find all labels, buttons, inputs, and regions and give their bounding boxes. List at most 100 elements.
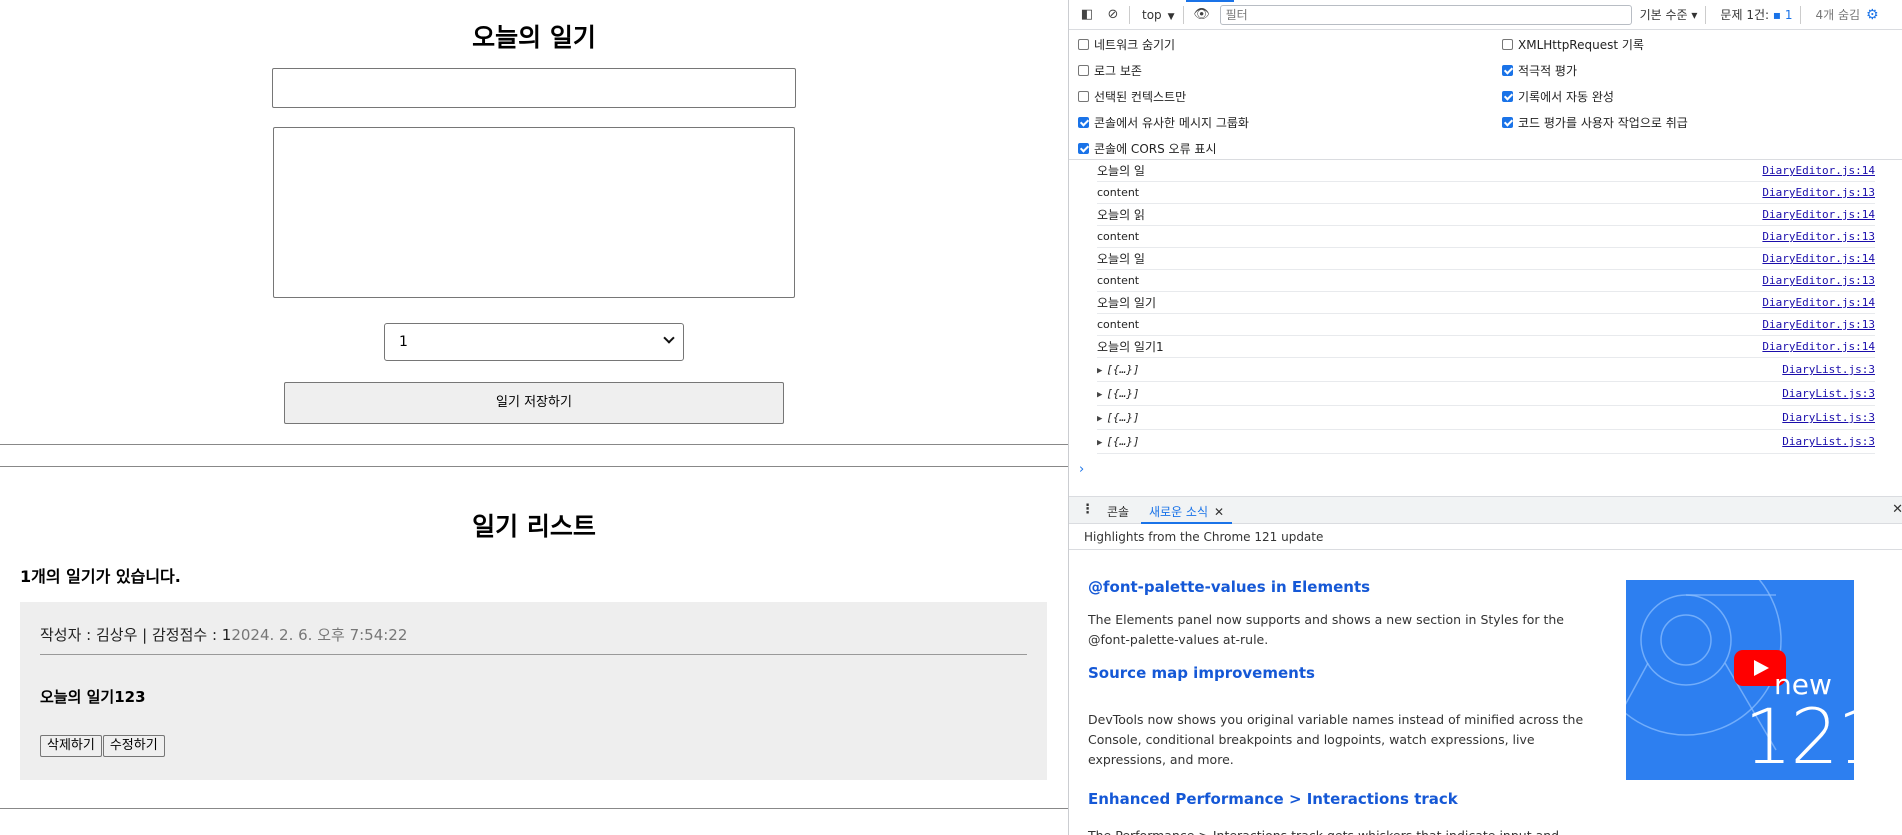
filter-input[interactable]: 필터	[1219, 4, 1632, 25]
thumbnail-version-text: 121	[1744, 692, 1854, 780]
devtools-panel: ◧ ⊘ top ▼ 👁 필터 기본 수준 ▾ 문제 1건: ▪ 1 4개 숨김 ⚙…	[1068, 0, 1902, 835]
log-source-link[interactable]: DiaryList.js:3	[1782, 435, 1875, 448]
news-title-performance[interactable]: Enhanced Performance > Interactions trac…	[1088, 790, 1458, 808]
list-title: 일기 리스트	[472, 512, 596, 541]
log-object[interactable]: ▶ [{…}]	[1097, 435, 1140, 448]
log-source-link[interactable]: DiaryEditor.js:14	[1762, 208, 1875, 221]
diary-item-meta: 작성자 : 김상우 | 감정점수 : 1	[40, 626, 232, 644]
setting-right-3[interactable]: 코드 평가를 사용자 작업으로 취급	[1502, 114, 1688, 131]
save-diary-button[interactable]: 일기 저장하기	[284, 382, 784, 424]
edit-button[interactable]: 수정하기	[102, 735, 165, 757]
console-log-row: content DiaryEditor.js:13	[1097, 226, 1875, 248]
news-body-source-map: DevTools now shows you original variable…	[1088, 712, 1584, 767]
whats-new-header: Highlights from the Chrome 121 update	[1069, 524, 1902, 550]
setting-right-1[interactable]: 적극적 평가	[1502, 62, 1577, 79]
more-options-icon[interactable]: ⋮	[1081, 502, 1094, 517]
chrome-121-video-thumbnail[interactable]: new 121	[1626, 580, 1854, 780]
console-log-row: content DiaryEditor.js:13	[1097, 182, 1875, 204]
log-source-link[interactable]: DiaryEditor.js:14	[1762, 340, 1875, 353]
checkbox[interactable]	[1502, 91, 1513, 102]
expand-triangle-icon[interactable]: ▶	[1097, 366, 1102, 376]
news-title-source-map[interactable]: Source map improvements	[1088, 664, 1315, 682]
log-object[interactable]: ▶ [{…}]	[1097, 387, 1140, 400]
author-input[interactable]	[272, 68, 796, 108]
console-toolbar: ◧ ⊘ top ▼ 👁 필터 기본 수준 ▾ 문제 1건: ▪ 1 4개 숨김 ⚙	[1069, 0, 1902, 30]
setting-label: 코드 평가를 사용자 작업으로 취급	[1518, 116, 1688, 130]
log-text: 오늘의 일기1	[1097, 340, 1164, 354]
checkbox[interactable]	[1502, 117, 1513, 128]
setting-left-1[interactable]: 로그 보존	[1078, 62, 1142, 79]
log-source-link[interactable]: DiaryList.js:3	[1782, 387, 1875, 400]
log-message: 오늘의 일기1	[1097, 338, 1164, 355]
setting-label: 기록에서 자동 완성	[1518, 90, 1614, 104]
log-source-link[interactable]: DiaryEditor.js:13	[1762, 274, 1875, 287]
close-drawer-icon[interactable]: ✕	[1892, 502, 1902, 517]
diary-item-content: 오늘의 일기123	[40, 688, 146, 706]
expand-triangle-icon[interactable]: ▶	[1097, 390, 1102, 400]
log-source-link[interactable]: DiaryEditor.js:13	[1762, 318, 1875, 331]
tab-whats-new[interactable]: 새로운 소식 ✕	[1141, 497, 1233, 524]
setting-left-4[interactable]: 콘솔에 CORS 오류 표시	[1078, 140, 1217, 157]
setting-right-0[interactable]: XMLHttpRequest 기록	[1502, 36, 1644, 53]
diary-item-actions: 삭제하기 수정하기	[40, 735, 166, 757]
log-object[interactable]: ▶ [{…}]	[1097, 363, 1140, 376]
toolbar-divider	[1129, 5, 1130, 24]
log-level-dropdown[interactable]: 기본 수준 ▾	[1640, 6, 1698, 23]
diary-item-date: 2024. 2. 6. 오후 7:54:22	[231, 626, 408, 644]
gear-icon[interactable]: ⚙	[1866, 7, 1879, 23]
log-source-link[interactable]: DiaryEditor.js:14	[1762, 164, 1875, 177]
eye-icon[interactable]: 👁	[1193, 7, 1210, 23]
log-text: [{…}]	[1106, 411, 1140, 424]
log-source-link[interactable]: DiaryList.js:3	[1782, 411, 1875, 424]
tab-console[interactable]: 콘솔	[1107, 503, 1129, 520]
log-source-link[interactable]: DiaryList.js:3	[1782, 363, 1875, 376]
close-tab-icon[interactable]: ✕	[1214, 505, 1224, 519]
console-log-row: ▶ [{…}] DiaryList.js:3	[1097, 430, 1875, 454]
log-text: 오늘의 일	[1097, 252, 1145, 266]
log-text: content	[1097, 186, 1140, 199]
checkbox[interactable]	[1078, 91, 1089, 102]
setting-label: 적극적 평가	[1518, 64, 1578, 78]
log-text: [{…}]	[1106, 387, 1140, 400]
diary-item-info: 작성자 : 김상우 | 감정점수 : 12024. 2. 6. 오후 7:54:…	[40, 624, 407, 645]
setting-label: 네트워크 숨기기	[1094, 38, 1176, 52]
checkbox[interactable]	[1078, 117, 1089, 128]
setting-left-2[interactable]: 선택된 컨텍스트만	[1078, 88, 1186, 105]
setting-left-3[interactable]: 콘솔에서 유사한 메시지 그룹화	[1078, 114, 1249, 131]
console-log-row: 오늘의 일기1 DiaryEditor.js:14	[1097, 336, 1875, 358]
checkbox[interactable]	[1078, 39, 1089, 50]
checkbox[interactable]	[1502, 39, 1513, 50]
diary-count: 1개의 일기가 있습니다.	[20, 567, 181, 586]
content-textarea[interactable]	[273, 127, 795, 298]
issues-button[interactable]: 문제 1건: ▪ 1	[1720, 6, 1792, 23]
console-log-row: 오늘의 일 DiaryEditor.js:14	[1097, 248, 1875, 270]
checkbox[interactable]	[1078, 65, 1089, 76]
delete-button[interactable]: 삭제하기	[40, 735, 102, 757]
whats-new-content: @font-palette-values in Elements The Ele…	[1069, 550, 1902, 835]
issues-count: ▪ 1	[1772, 8, 1793, 22]
context-selector[interactable]: top ▼	[1142, 8, 1175, 22]
log-source-link[interactable]: DiaryEditor.js:13	[1762, 186, 1875, 199]
setting-right-2[interactable]: 기록에서 자동 완성	[1502, 88, 1614, 105]
log-message: 오늘의 읽	[1097, 206, 1145, 223]
expand-triangle-icon[interactable]: ▶	[1097, 414, 1102, 424]
diary-app: 오늘의 일기 1 일기 저장하기 일기 리스트 1개의 일기가 있습니다. 작성…	[0, 0, 1068, 835]
log-object[interactable]: ▶ [{…}]	[1097, 411, 1140, 424]
checkbox[interactable]	[1502, 65, 1513, 76]
sidebar-toggle-icon[interactable]: ◧	[1079, 7, 1095, 23]
console-prompt-icon[interactable]: ›	[1079, 462, 1084, 477]
log-source-link[interactable]: DiaryEditor.js:13	[1762, 230, 1875, 243]
emotion-select[interactable]: 1	[384, 323, 684, 361]
expand-triangle-icon[interactable]: ▶	[1097, 438, 1102, 448]
log-text: 오늘의 읽	[1097, 208, 1145, 222]
log-message: 오늘의 일	[1097, 250, 1145, 267]
clear-console-icon[interactable]: ⊘	[1105, 7, 1121, 23]
log-source-link[interactable]: DiaryEditor.js:14	[1762, 296, 1875, 309]
checkbox[interactable]	[1078, 143, 1089, 154]
log-text: 오늘의 일기	[1097, 296, 1157, 310]
log-source-link[interactable]: DiaryEditor.js:14	[1762, 252, 1875, 265]
caret-down-icon: ▼	[1167, 11, 1175, 22]
setting-left-0[interactable]: 네트워크 숨기기	[1078, 36, 1175, 53]
editor-title: 오늘의 일기	[472, 23, 596, 52]
news-title-font-palette[interactable]: @font-palette-values in Elements	[1088, 578, 1370, 596]
